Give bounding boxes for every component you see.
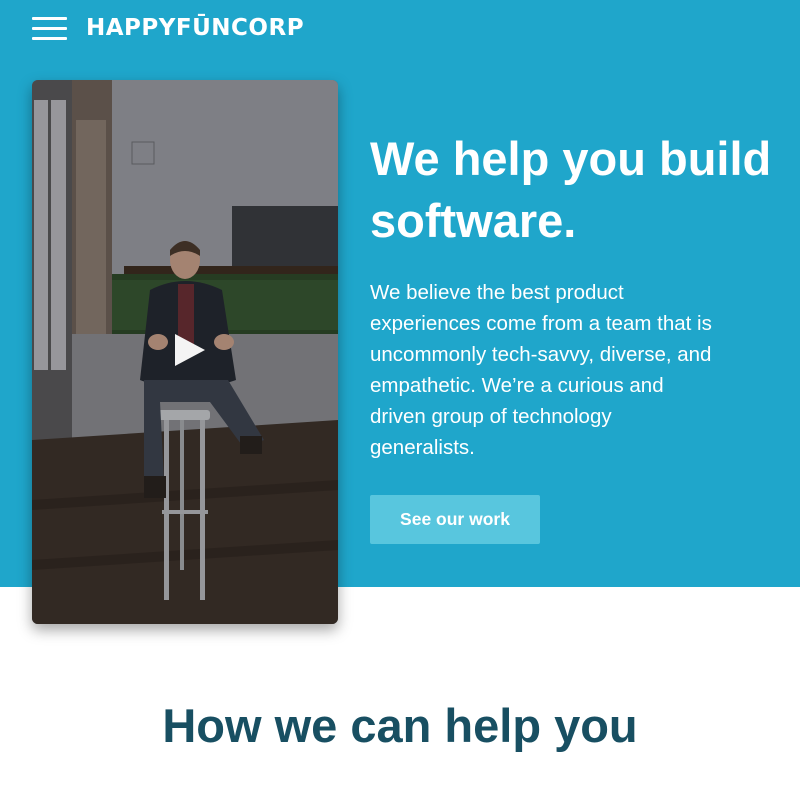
hero-headline: We help you build software.	[370, 132, 772, 247]
see-our-work-button[interactable]: See our work	[370, 495, 540, 544]
hero-section: HAPPYFŪNCORP We help you build software.…	[0, 0, 800, 624]
menu-bar	[32, 17, 67, 20]
menu-bar	[32, 27, 67, 30]
menu-bar	[32, 37, 67, 40]
video-player[interactable]	[32, 80, 338, 624]
play-icon[interactable]	[173, 332, 207, 368]
hero-body-text: We believe the best product experiences …	[370, 281, 712, 459]
hamburger-menu-icon[interactable]	[32, 17, 68, 41]
section-title: How we can help you	[162, 699, 638, 752]
logo[interactable]: HAPPYFŪNCORP	[86, 14, 304, 42]
